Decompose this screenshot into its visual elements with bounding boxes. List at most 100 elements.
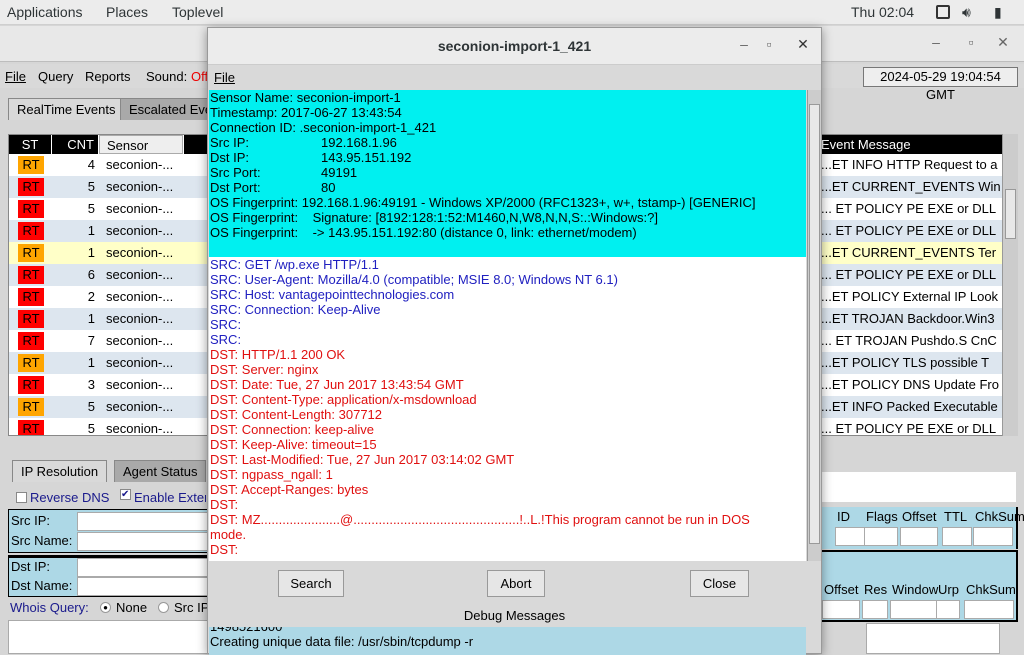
- whois-label: Whois Query:: [10, 600, 89, 615]
- dst-line: DST: Content-Type: application/x-msdownl…: [210, 392, 477, 407]
- dst-line: mode.: [210, 527, 247, 542]
- transcript-text[interactable]: Sensor Name: seconion-import-1 Timestamp:…: [209, 90, 806, 561]
- event-message-cell: ET POLICY PE EXE or DLL ...: [821, 223, 1001, 238]
- field-input[interactable]: [864, 527, 898, 546]
- dst-line: DST: Content-Length: 307712: [210, 407, 383, 422]
- transcript-scrollbar[interactable]: [807, 90, 821, 561]
- tab-ip-resolution[interactable]: IP Resolution: [12, 460, 108, 482]
- dst-panel: Dst IP: Dst Name:: [8, 555, 209, 597]
- count-cell: 1: [87, 223, 95, 238]
- search-button[interactable]: Search: [278, 570, 344, 597]
- enable-external-checkbox[interactable]: ✔: [120, 489, 131, 500]
- applications-menu[interactable]: Applications: [7, 4, 83, 20]
- dialog-close-icon[interactable]: ✕: [793, 36, 813, 53]
- sound-label: Sound:: [146, 69, 188, 84]
- src-line: SRC:: [210, 332, 242, 347]
- col-event-message[interactable]: Event Message: [819, 135, 1003, 154]
- status-badge: RT: [18, 288, 44, 306]
- status-badge: RT: [18, 178, 44, 196]
- field-label: Offset: [824, 582, 859, 597]
- volume-icon[interactable]: 🔊︎: [962, 4, 971, 21]
- field-input[interactable]: [936, 600, 960, 619]
- menu-query[interactable]: Query: [38, 69, 73, 84]
- dst-line: DST: Server: nginx: [210, 362, 319, 377]
- transcript-dialog: seconion-import-1_421 – ▫ ✕ File Sensor …: [207, 27, 822, 655]
- count-cell: 5: [87, 179, 95, 194]
- places-menu[interactable]: Places: [106, 4, 148, 20]
- dialog-minimize-icon[interactable]: –: [734, 36, 754, 52]
- col-cnt[interactable]: CNT: [52, 135, 98, 154]
- field-label: Res: [864, 582, 888, 597]
- system-clock[interactable]: Thu 02:04: [851, 4, 914, 20]
- event-message-text: ET CURRENT_EVENTS Ter...: [821, 245, 997, 260]
- toplevel-menu[interactable]: Toplevel: [172, 4, 223, 20]
- src-line: SRC: Host: vantagepointtechnologies.com: [210, 287, 455, 302]
- count-cell: 7: [87, 333, 95, 348]
- field-input[interactable]: [900, 527, 938, 546]
- minimize-icon[interactable]: –: [926, 34, 946, 50]
- header-line: Sensor Name: seconion-import-1: [210, 90, 401, 105]
- sensor-cell: seconion-...: [106, 201, 174, 216]
- event-message-text: ET CURRENT_EVENTS Win...: [821, 179, 1001, 194]
- field-label: Urp: [938, 582, 959, 597]
- packet-info-box: [822, 472, 1016, 502]
- os-fingerprint-line: OS Fingerprint: 192.168.1.96:49191 - Win…: [210, 195, 756, 210]
- sensor-cell: seconion-...: [106, 333, 174, 348]
- whois-src-radio[interactable]: [158, 602, 169, 613]
- close-icon[interactable]: ✕: [993, 34, 1013, 51]
- count-cell: 2: [87, 289, 95, 304]
- field-input[interactable]: [973, 527, 1013, 546]
- battery-icon[interactable]: ▮: [994, 4, 1002, 21]
- dst-line: DST: MZ......................@..........…: [210, 512, 750, 527]
- tab-escalated-events[interactable]: Escalated Events: [120, 98, 210, 120]
- count-cell: 3: [87, 377, 95, 392]
- dst-line: DST: HTTP/1.1 200 OK: [210, 347, 346, 362]
- col-sensor[interactable]: Sensor: [99, 135, 183, 154]
- field-label: Offset: [902, 509, 937, 524]
- src-ip-field[interactable]: [77, 512, 209, 531]
- system-top-bar: Applications Places Toplevel Thu 02:04 🔊…: [0, 0, 1024, 25]
- dst-ip-field[interactable]: [77, 558, 209, 577]
- close-button[interactable]: Close: [690, 570, 749, 597]
- field-label: Window: [892, 582, 939, 597]
- field-input[interactable]: [822, 600, 860, 619]
- count-cell: 5: [87, 421, 95, 436]
- menu-file[interactable]: File: [5, 69, 26, 84]
- count-cell: 5: [87, 201, 95, 216]
- col-st[interactable]: ST: [9, 135, 51, 154]
- dialog-maximize-icon[interactable]: ▫: [759, 36, 779, 52]
- event-message-text: ET POLICY DNS Update Fro...: [821, 377, 999, 392]
- debug-line: 1498521600: [210, 627, 282, 634]
- abort-button[interactable]: Abort: [487, 570, 545, 597]
- src-line: SRC: User-Agent: Mozilla/4.0 (compatible…: [210, 272, 618, 287]
- src-line: SRC: GET /wp.exe HTTP/1.1: [210, 257, 379, 272]
- reverse-dns-checkbox[interactable]: [16, 492, 27, 503]
- menu-reports[interactable]: Reports: [85, 69, 131, 84]
- event-message-cell: ET INFO HTTP Request to a...: [821, 157, 1001, 172]
- header-line: Connection ID: .seconion-import-1_421: [210, 120, 437, 135]
- field-input[interactable]: [890, 600, 938, 619]
- dialog-menu-file[interactable]: File: [214, 70, 235, 85]
- kv-key: Dst IP:: [210, 150, 250, 165]
- field-input[interactable]: [964, 600, 1014, 619]
- field-input[interactable]: [862, 600, 888, 619]
- events-scrollbar[interactable]: [1002, 134, 1018, 436]
- whois-output[interactable]: [8, 620, 208, 654]
- tab-agent-status[interactable]: Agent Status: [114, 460, 207, 482]
- maximize-icon[interactable]: ▫: [961, 34, 981, 50]
- dst-name-field[interactable]: [77, 577, 209, 596]
- event-message-cell: ET POLICY TLS possible T...: [821, 355, 1001, 370]
- field-input[interactable]: [942, 527, 972, 546]
- event-message-cell: ET POLICY External IP Look...: [821, 289, 1001, 304]
- debug-messages[interactable]: 1498521600 Creating unique data file: /u…: [209, 627, 806, 655]
- event-message-text: ET POLICY PE EXE or DLL ...: [821, 421, 997, 436]
- count-cell: 1: [87, 311, 95, 326]
- src-name-field[interactable]: [77, 532, 209, 551]
- event-message-cell: ET INFO Packed Executable...: [821, 399, 1001, 414]
- whois-none-radio[interactable]: ●: [100, 602, 111, 613]
- kv-value: 143.95.151.192: [321, 150, 412, 165]
- whois-none-label: None: [116, 600, 148, 615]
- window-icon[interactable]: [936, 5, 950, 19]
- tab-realtime-events[interactable]: RealTime Events: [8, 98, 125, 120]
- sound-value[interactable]: Off: [191, 69, 208, 84]
